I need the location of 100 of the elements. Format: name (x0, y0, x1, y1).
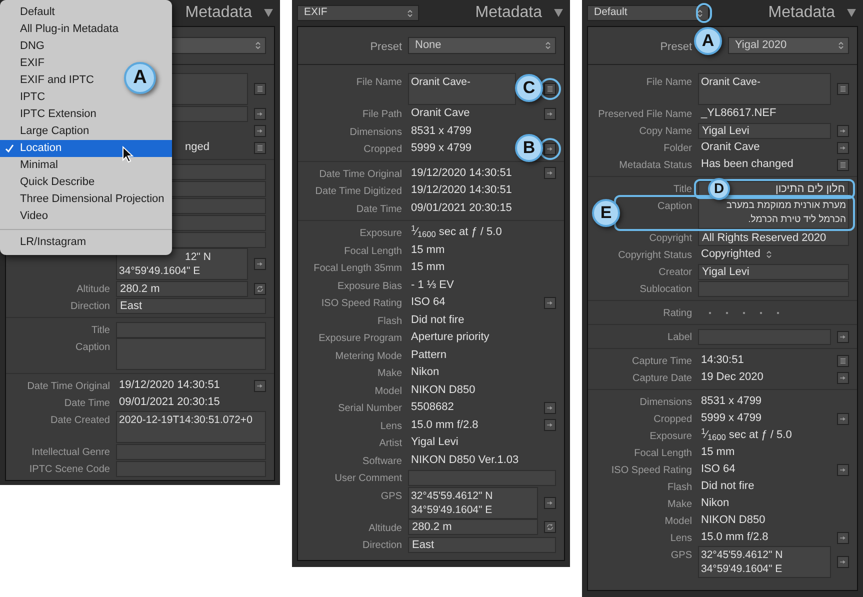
text-field[interactable]: Yigal Levi (698, 264, 849, 280)
field-value: $^{1}$⁄$_{1600}$ sec at ƒ / 5.0 (410, 225, 503, 240)
list-icon[interactable] (837, 158, 849, 170)
stepper-icon[interactable] (407, 8, 413, 18)
menu-item[interactable]: Three Dimensional Projection (0, 191, 168, 208)
menu-item[interactable]: Large Caption (0, 123, 94, 140)
field-label: Title (91, 325, 110, 336)
text-area[interactable]: 12" N 34°59'49.1604" E (116, 248, 248, 280)
highlight-ring (696, 3, 712, 23)
text-field[interactable]: East (116, 298, 266, 314)
text-field[interactable]: 280.2 m (116, 280, 248, 296)
menu-item[interactable]: Video (0, 208, 52, 225)
text-area[interactable]: 2020-12-19T14:30:51.072+0 (116, 411, 266, 443)
field-label: Dimensions (350, 126, 402, 138)
preset-label: Preset (370, 40, 402, 52)
field-label: GPS (670, 550, 692, 561)
field-label: Rating (663, 308, 692, 319)
refresh-icon[interactable] (544, 521, 556, 534)
text-area[interactable]: מערת אורנית ממוקמת במערב הכרמל ליד טירת הכרמל. (698, 197, 849, 229)
preset-dropdown[interactable]: EXIF (297, 5, 419, 21)
menu-item[interactable]: All Plug-in Metadata (0, 21, 122, 38)
field-value: Nikon (700, 496, 730, 511)
field-label: Exposure Bias (338, 280, 402, 292)
field-label: Metadata Status (619, 160, 692, 171)
field-label: Direction (70, 301, 110, 312)
stepper-icon[interactable] (255, 41, 261, 50)
field-label: Lens (380, 420, 402, 432)
text-field[interactable]: 280.2 m (408, 519, 538, 536)
field-value: ISO 64 (700, 462, 736, 477)
list-icon[interactable] (544, 83, 556, 95)
list-icon[interactable] (837, 83, 849, 95)
field-value: 14:30:51 (700, 353, 745, 368)
field-value: - 1 ⅓ EV (410, 278, 455, 293)
panel-title: Metadata (768, 3, 835, 23)
list-icon[interactable] (837, 354, 849, 366)
panel-title: Metadata (475, 3, 542, 23)
stepper-icon[interactable] (766, 250, 772, 259)
text-area[interactable]: Oranit Cave- (698, 73, 831, 105)
text-field[interactable]: Yigal Levi (698, 122, 831, 138)
field-label: Focal Length (634, 448, 692, 459)
field-value: 09/01/2021 20:30:15 (118, 395, 221, 410)
menu-item[interactable]: Default (0, 4, 59, 21)
field-label: Flash (668, 482, 692, 493)
stepper-icon[interactable] (545, 41, 551, 50)
field-label: Software (362, 456, 402, 467)
menu-item[interactable]: EXIF (0, 55, 48, 72)
refresh-icon[interactable] (254, 282, 266, 294)
field-value: 19/12/2020 14:30:51 (410, 183, 513, 198)
text-area[interactable]: 32°45'59.4612" N 34°59'49.1604" E (408, 486, 538, 518)
field-label: Date Time (356, 204, 402, 215)
menu-item[interactable]: Quick Describe (0, 174, 99, 191)
field-value: Yigal Levi (410, 435, 460, 450)
text-area[interactable]: Oranit Cave- (408, 73, 516, 105)
preset-dropdown[interactable]: Default (587, 5, 709, 21)
stepper-icon[interactable] (838, 41, 844, 50)
callout-badge: B (515, 134, 543, 162)
menu-item[interactable]: IPTC Extension (0, 106, 100, 123)
menu-item[interactable]: EXIF and IPTC (0, 72, 98, 89)
list-icon[interactable] (254, 142, 266, 154)
field-value: 15 mm (700, 445, 736, 460)
callout-badge: A (694, 26, 722, 54)
field-label: Altitude (76, 284, 110, 295)
menu-item[interactable]: Location (0, 140, 172, 157)
field-value: 19/12/2020 14:30:51 (410, 166, 513, 181)
field-label: Dimensions (640, 397, 692, 408)
preset-label: Preset (660, 40, 692, 52)
field-value: nged (184, 140, 210, 155)
text-area[interactable]: 32°45'59.4612" N 34°59'49.1604" E (698, 546, 831, 578)
panel-title: Metadata (185, 3, 252, 23)
menu-item[interactable]: DNG (0, 38, 48, 55)
field-label: Copyright (649, 233, 692, 244)
stepper-icon[interactable] (697, 8, 703, 18)
field-value: 19 Dec 2020 (700, 370, 764, 385)
field-label: Copy Name (639, 126, 692, 137)
field-label: Caption (658, 201, 692, 212)
field-value: 15 mm (410, 242, 446, 258)
field-label: File Path (362, 109, 402, 120)
collapse-triangle-icon[interactable] (847, 9, 856, 17)
field-value: Aperture priority (410, 330, 490, 346)
checkmark-icon (5, 144, 14, 153)
preset-select[interactable]: None (408, 37, 556, 54)
status-select[interactable]: Copyrighted (701, 247, 760, 262)
menu-item[interactable]: IPTC (0, 89, 50, 106)
menu-item[interactable]: Minimal (0, 157, 62, 174)
field-label: Copyright Status (618, 250, 692, 261)
collapse-triangle-icon[interactable] (554, 9, 563, 17)
field-label: Cropped (364, 144, 402, 156)
field-label: Caption (76, 342, 110, 353)
field-value: $^{1}$⁄$_{1600}$ sec at ƒ / 5.0 (700, 428, 793, 443)
field-label: Model (664, 516, 692, 527)
list-icon[interactable] (254, 83, 266, 95)
text-field[interactable]: East (408, 536, 556, 553)
field-value: Nikon (410, 365, 440, 380)
preset-select[interactable]: Yigal 2020 (728, 37, 849, 54)
collapse-triangle-icon[interactable] (264, 9, 273, 17)
field-value: 5999 x 4799 (700, 411, 763, 426)
field-label: Sublocation (640, 284, 692, 295)
menu-item[interactable]: LR/Instagram (0, 234, 90, 251)
field-label: Date Created (50, 415, 110, 426)
field-value: 15.0 mm f/2.8 (410, 418, 480, 433)
